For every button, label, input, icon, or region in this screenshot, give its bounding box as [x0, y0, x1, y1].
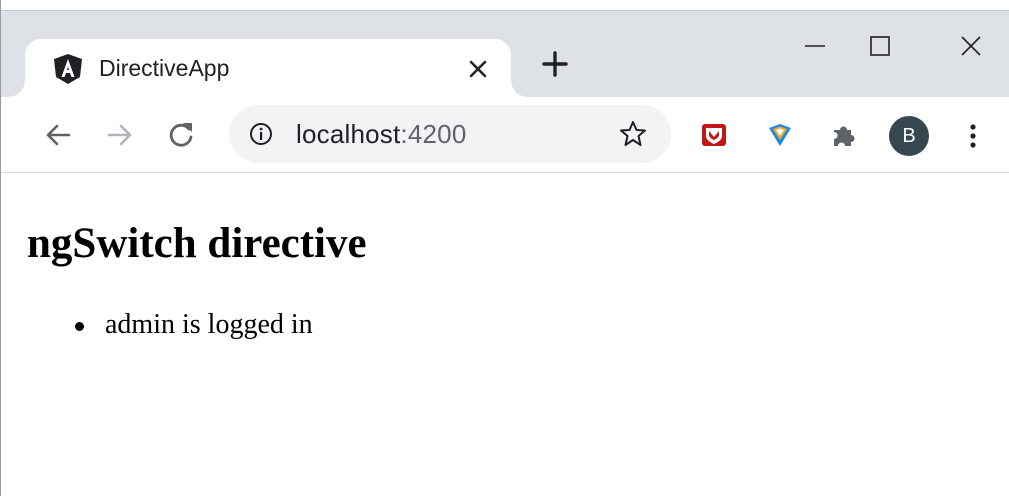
status-list: admin is logged in	[67, 309, 313, 341]
tab-title: DirectiveApp	[99, 55, 230, 81]
tab-directiveapp[interactable]: DirectiveApp	[9, 39, 527, 97]
angular-logo-icon	[53, 53, 83, 85]
window-top-border	[1, 0, 1009, 11]
site-info-icon[interactable]	[249, 122, 273, 146]
url-port: :4200	[400, 119, 467, 149]
back-arrow-icon[interactable]	[41, 117, 77, 153]
puzzle-extensions-icon[interactable]	[827, 118, 861, 152]
mcafee-shield-icon[interactable]	[697, 118, 731, 152]
forward-arrow-icon[interactable]	[101, 117, 137, 153]
browser-window: DirectiveApp localhost:4200 B ngSwitch d…	[0, 0, 1009, 496]
reload-icon[interactable]	[163, 117, 199, 153]
kebab-menu-icon[interactable]	[961, 118, 985, 154]
browser-toolbar: localhost:4200 B	[1, 97, 1009, 173]
close-icon[interactable]	[951, 26, 991, 66]
page-content: ngSwitch directive admin is logged in	[1, 173, 1009, 496]
url-host: localhost	[296, 119, 401, 149]
profile-avatar[interactable]: B	[889, 116, 929, 156]
list-item: admin is logged in	[67, 309, 313, 341]
tab-close-icon[interactable]	[465, 56, 491, 82]
bookmark-star-icon[interactable]	[618, 119, 648, 149]
maximize-icon[interactable]	[860, 26, 900, 66]
url-text[interactable]: localhost:4200	[296, 119, 467, 150]
vpn-extension-icon[interactable]	[763, 118, 797, 152]
address-bar[interactable]: localhost:4200	[229, 105, 671, 163]
minimize-icon[interactable]	[795, 26, 835, 66]
tab-strip: DirectiveApp	[1, 11, 1009, 97]
page-heading: ngSwitch directive	[27, 220, 367, 267]
plus-icon[interactable]	[538, 47, 572, 81]
